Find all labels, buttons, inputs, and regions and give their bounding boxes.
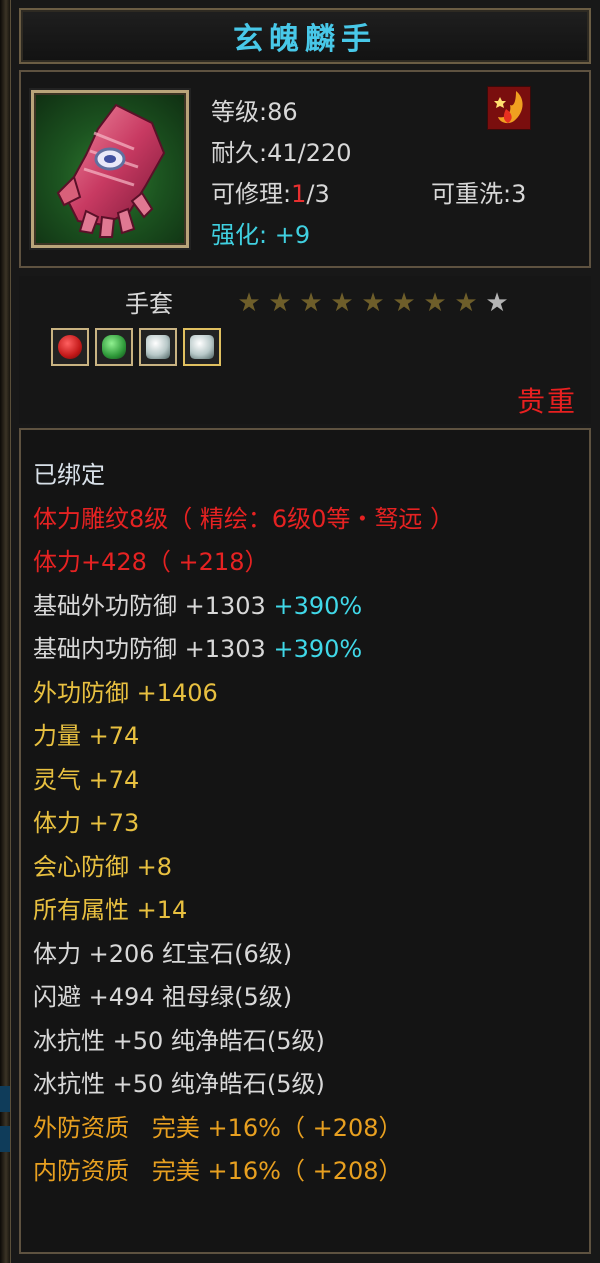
star-filled-icon: ★ xyxy=(237,288,261,318)
star-empty-icon: ★ xyxy=(485,288,509,318)
item-type-section: 手套 ★ ★ ★ ★ ★ ★ ★ ★ ★ 贵重 xyxy=(19,276,591,424)
base-outer-defense-value: 基础外功防御 +1303 xyxy=(33,591,266,620)
gauntlet-icon-art xyxy=(56,103,166,238)
spirit-line: 灵气 +74 xyxy=(33,765,140,794)
repair-max: /3 xyxy=(306,180,330,208)
star-filled-icon: ★ xyxy=(330,288,354,318)
item-stats: 等级:86 耐久:41/220 可修理:1/3 强化: +9 xyxy=(211,92,352,256)
attribute-section: 已绑定 体力雕纹8级（ 精绘：6级0等・驽远 ） 体力+428（ +218） 基… xyxy=(19,428,591,1254)
background-window-edge xyxy=(0,0,10,1263)
flame-badge-art xyxy=(488,87,530,129)
item-type: 手套 xyxy=(125,290,173,318)
enhance-label: 强化: xyxy=(211,221,268,249)
star-filled-icon: ★ xyxy=(392,288,416,318)
inner-defense-quality-line: 内防资质 完美 +16%（ +208） xyxy=(33,1157,403,1185)
item-tooltip-panel: 玄魄麟手 等级:86 耐久:41/220 可修理:1/3 强化: +9 可重洗:… xyxy=(10,0,600,1263)
base-inner-defense-line: 基础内功防御 +1303 +390% xyxy=(33,628,454,672)
outer-defense-line: 外功防御 +1406 xyxy=(33,678,218,707)
bound-status: 已绑定 xyxy=(33,461,105,489)
base-outer-defense-pct: +390% xyxy=(273,591,363,620)
gem-bonus-line: 体力 +206 红宝石(6级) xyxy=(33,939,293,968)
gem-bonus-line: 冰抗性 +50 纯净皓石(5级) xyxy=(33,1070,325,1098)
star-rating: ★ ★ ★ ★ ★ ★ ★ ★ ★ xyxy=(235,290,511,316)
engraving-line: 体力雕纹8级（ 精绘：6级0等・驽远 ） xyxy=(33,504,455,533)
base-outer-defense-line: 基础外功防御 +1303 +390% xyxy=(33,585,454,629)
gauntlet-icon xyxy=(31,90,189,248)
title-bar: 玄魄麟手 xyxy=(19,8,591,64)
strength-line: 力量 +74 xyxy=(33,722,140,750)
white-gem-icon xyxy=(183,328,221,366)
item-tooltip-frame: 玄魄麟手 等级:86 耐久:41/220 可修理:1/3 强化: +9 可重洗:… xyxy=(0,0,600,1263)
gem-bonus-line: 冰抗性 +50 纯净皓石(5级) xyxy=(33,1026,325,1055)
enhance-line: 强化: +9 xyxy=(211,215,352,256)
item-name: 玄魄麟手 xyxy=(233,22,377,57)
stamina-line: 体力 +73 xyxy=(33,809,140,837)
background-fragment xyxy=(0,1086,10,1112)
all-attributes-line: 所有属性 +14 xyxy=(33,896,188,924)
repair-current: 1 xyxy=(291,180,307,208)
stamina-total-line: 体力+428（ +218） xyxy=(33,548,269,576)
outer-defense-quality-line: 外防资质 完美 +16%（ +208） xyxy=(33,1113,403,1142)
attribute-list: 已绑定 体力雕纹8级（ 精绘：6级0等・驽远 ） 体力+428（ +218） 基… xyxy=(33,454,454,1194)
red-gem-icon xyxy=(51,328,89,366)
durability-line: 耐久:41/220 xyxy=(211,139,352,167)
green-gem-icon xyxy=(95,328,133,366)
star-filled-icon: ★ xyxy=(361,288,385,318)
base-inner-defense-value: 基础内功防御 +1303 xyxy=(33,635,266,663)
quality-label: 贵重 xyxy=(516,385,577,418)
background-fragment xyxy=(0,1126,10,1152)
crit-defense-line: 会心防御 +8 xyxy=(33,852,173,881)
white-gem-icon xyxy=(139,328,177,366)
flame-badge-icon xyxy=(487,86,531,130)
enhance-value: +9 xyxy=(274,221,311,249)
repair-label: 可修理: xyxy=(211,180,292,208)
star-filled-icon: ★ xyxy=(454,288,478,318)
item-header: 等级:86 耐久:41/220 可修理:1/3 强化: +9 可重洗:3 xyxy=(19,70,591,268)
gem-bonus-line: 闪避 +494 祖母绿(5级) xyxy=(33,983,293,1011)
gem-slots xyxy=(51,328,221,366)
star-filled-icon: ★ xyxy=(268,288,292,318)
star-filled-icon: ★ xyxy=(299,288,323,318)
level-line: 等级:86 xyxy=(211,98,298,126)
star-filled-icon: ★ xyxy=(423,288,447,318)
base-inner-defense-pct: +390% xyxy=(273,635,363,663)
reforge-line: 可重洗:3 xyxy=(431,180,527,208)
repair-line: 可修理:1/3 xyxy=(211,174,352,215)
